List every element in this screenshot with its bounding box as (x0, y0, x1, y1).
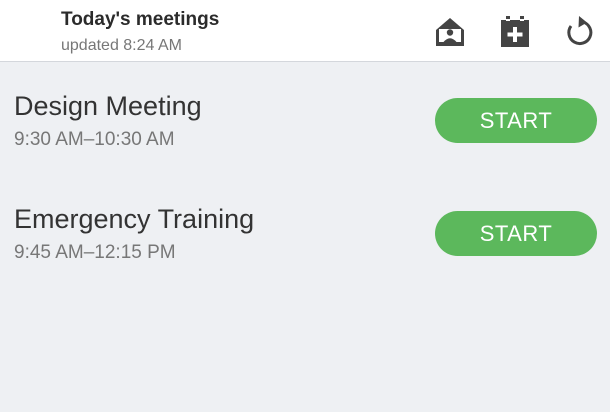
page-title: Today's meetings (61, 9, 220, 30)
header-bar: Today's meetings updated 8:24 AM (0, 0, 610, 62)
meeting-title: Design Meeting (14, 91, 202, 121)
last-updated-label: updated 8:24 AM (61, 37, 182, 54)
meeting-row: Design Meeting 9:30 AM–10:30 AM START (0, 91, 610, 181)
meeting-time: 9:45 AM–12:15 PM (14, 242, 176, 263)
add-meeting-icon[interactable] (498, 15, 532, 49)
room-display-icon[interactable] (433, 15, 467, 49)
meeting-row: Emergency Training 9:45 AM–12:15 PM STAR… (0, 204, 610, 294)
start-meeting-button[interactable]: START (435, 211, 597, 256)
meeting-time: 9:30 AM–10:30 AM (14, 129, 175, 150)
meeting-title: Emergency Training (14, 204, 255, 234)
refresh-icon[interactable] (562, 15, 596, 49)
start-meeting-button[interactable]: START (435, 98, 597, 143)
